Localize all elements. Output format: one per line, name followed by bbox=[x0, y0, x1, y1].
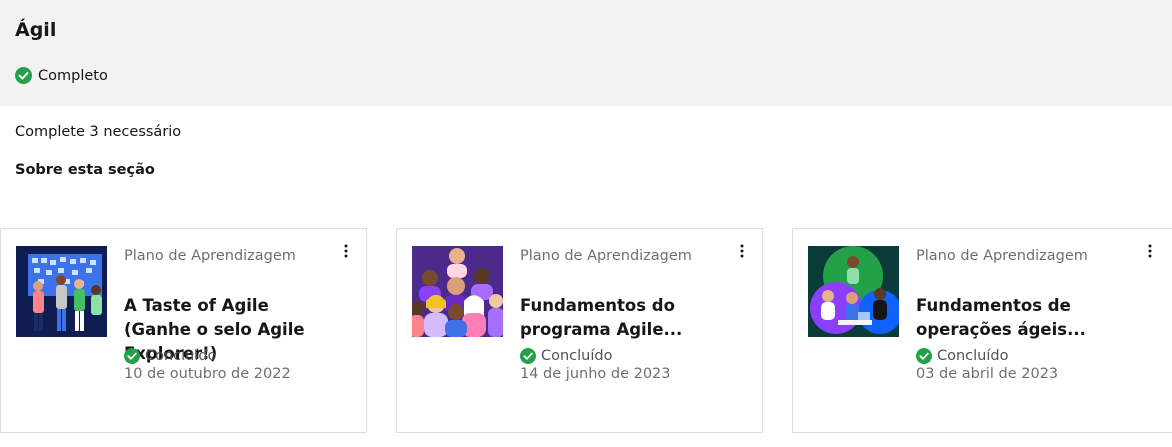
overflow-menu-icon bbox=[1148, 244, 1152, 258]
team-board-illustration-icon bbox=[16, 246, 107, 337]
card-title[interactable]: Fundamentos do programa Agile... bbox=[520, 294, 725, 342]
section-title: Ágil bbox=[15, 19, 57, 41]
card-status: Concluído bbox=[520, 348, 612, 364]
section-header: Ágil Completo bbox=[0, 0, 1172, 106]
overflow-menu-button[interactable] bbox=[1140, 241, 1160, 261]
check-circle-icon bbox=[916, 348, 932, 364]
card-status: Concluído bbox=[124, 348, 216, 364]
requirement-text: Complete 3 necessário bbox=[15, 124, 182, 140]
card-status: Concluído bbox=[916, 348, 1008, 364]
learning-plan-card[interactable]: Plano de Aprendizagem A Taste of Agile (… bbox=[0, 228, 367, 433]
card-type: Plano de Aprendizagem bbox=[124, 248, 296, 264]
overflow-menu-button[interactable] bbox=[732, 241, 752, 261]
card-title[interactable]: Fundamentos de operações ágeis... bbox=[916, 294, 1121, 342]
card-thumbnail bbox=[808, 246, 899, 337]
card-completion-date: 14 de junho de 2023 bbox=[520, 366, 671, 382]
card-type: Plano de Aprendizagem bbox=[520, 248, 692, 264]
check-circle-icon bbox=[124, 348, 140, 364]
card-status-label: Concluído bbox=[541, 348, 613, 364]
check-circle-icon bbox=[15, 67, 32, 84]
section-status-label: Completo bbox=[38, 67, 108, 84]
check-circle-icon bbox=[520, 348, 536, 364]
card-completion-date: 10 de outubro de 2022 bbox=[124, 366, 291, 382]
card-status-label: Concluído bbox=[937, 348, 1009, 364]
overflow-menu-icon bbox=[344, 244, 348, 258]
section-status: Completo bbox=[15, 67, 108, 84]
group-of-people-illustration-icon bbox=[412, 246, 503, 337]
card-status-label: Concluído bbox=[145, 348, 217, 364]
about-section-link[interactable]: Sobre esta seção bbox=[15, 162, 155, 178]
overflow-menu-button[interactable] bbox=[336, 241, 356, 261]
card-thumbnail bbox=[16, 246, 107, 337]
card-completion-date: 03 de abril de 2023 bbox=[916, 366, 1059, 382]
learning-plan-card[interactable]: Plano de Aprendizagem Fundamentos de ope… bbox=[792, 228, 1172, 433]
learning-plan-card[interactable]: Plano de Aprendizagem Fundamentos do pro… bbox=[396, 228, 763, 433]
overflow-menu-icon bbox=[740, 244, 744, 258]
team-collaboration-illustration-icon bbox=[808, 246, 899, 337]
card-type: Plano de Aprendizagem bbox=[916, 248, 1088, 264]
card-thumbnail bbox=[412, 246, 503, 337]
